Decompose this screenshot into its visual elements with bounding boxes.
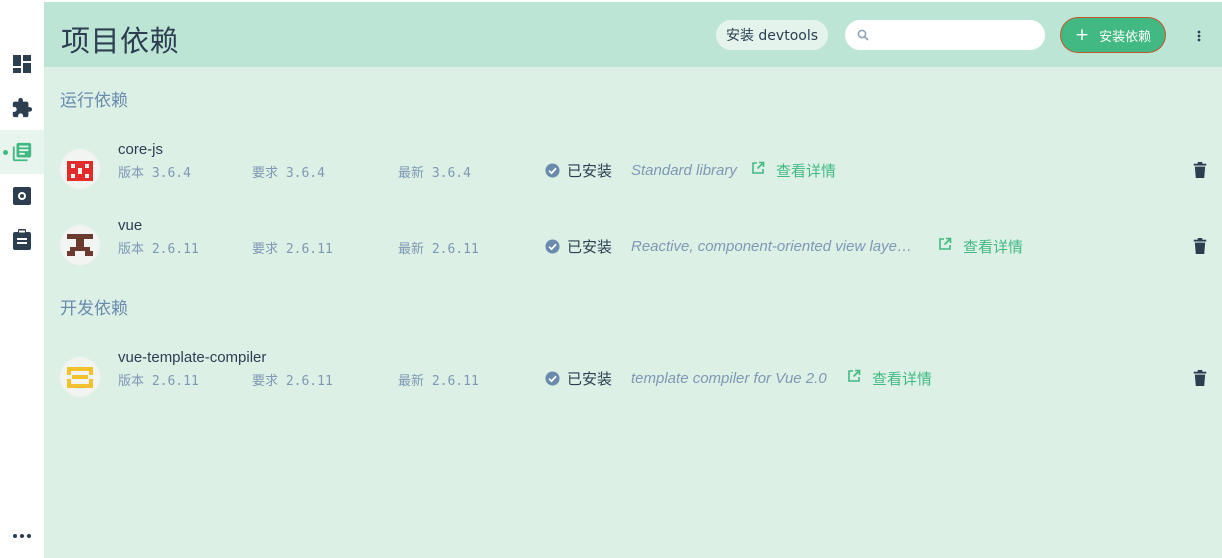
view-details-link[interactable]: 查看详情 xyxy=(963,236,1023,257)
install-devtools-button[interactable]: 安装 devtools xyxy=(716,20,828,50)
install-status: 已安装 xyxy=(545,236,612,257)
package-description: Reactive, component-oriented view laye… xyxy=(631,238,912,255)
search-box xyxy=(845,20,1045,50)
package-description: template compiler for Vue 2.0 xyxy=(631,370,827,387)
settings-icon xyxy=(13,187,31,205)
check-circle-icon xyxy=(545,371,560,386)
package-name: core-js xyxy=(118,141,164,158)
active-indicator xyxy=(3,150,8,155)
external-link-icon[interactable] xyxy=(847,369,861,383)
trash-icon[interactable] xyxy=(1193,238,1207,254)
external-link-icon[interactable] xyxy=(751,161,765,175)
latest-version: 最新 2.6.11 xyxy=(398,242,479,257)
wanted-version: 要求 2.6.11 xyxy=(252,374,333,389)
package-avatar xyxy=(60,149,100,189)
main-content: 项目依赖 安装 devtools + 安装依赖 运行依赖 core-js 版本 … xyxy=(44,2,1222,558)
install-status: 已安装 xyxy=(545,160,612,181)
puzzle-icon xyxy=(12,97,33,118)
status-label: 已安装 xyxy=(567,238,613,256)
trash-icon[interactable] xyxy=(1193,162,1207,178)
check-circle-icon xyxy=(545,239,560,254)
clipboard-icon xyxy=(13,229,31,250)
wanted-version: 要求 2.6.11 xyxy=(252,242,333,257)
dependency-row: vue 版本 2.6.11 要求 2.6.11 最新 2.6.11 已安装 Re… xyxy=(44,217,1222,277)
installed-version: 版本 2.6.11 xyxy=(118,242,199,257)
page-title: 项目依赖 xyxy=(61,24,180,58)
latest-version: 最新 3.6.4 xyxy=(398,166,471,181)
sidebar-item-dependencies[interactable] xyxy=(0,130,44,174)
more-horizontal-icon xyxy=(13,534,31,538)
dependency-row: core-js 版本 3.6.4 要求 3.6.4 最新 3.6.4 已安装 S… xyxy=(44,141,1222,201)
more-vertical-icon xyxy=(1197,30,1201,42)
dashboard-icon xyxy=(13,55,31,73)
sidebar-item-configuration[interactable] xyxy=(0,174,44,218)
view-details-link[interactable]: 查看详情 xyxy=(872,368,932,389)
install-dependency-label: 安装依赖 xyxy=(1099,29,1152,45)
package-avatar xyxy=(60,357,100,397)
sidebar-item-plugins[interactable] xyxy=(0,86,44,130)
view-details-link[interactable]: 查看详情 xyxy=(776,160,836,181)
installed-version: 版本 2.6.11 xyxy=(118,374,199,389)
library-icon xyxy=(12,142,32,162)
sidebar-more-button[interactable] xyxy=(0,514,44,558)
plus-icon: + xyxy=(1074,24,1090,45)
sidebar xyxy=(0,0,44,558)
package-name: vue-template-compiler xyxy=(118,349,267,366)
search-input[interactable] xyxy=(875,26,1039,44)
external-link-icon[interactable] xyxy=(938,237,952,251)
sidebar-item-tasks[interactable] xyxy=(0,218,44,262)
trash-icon[interactable] xyxy=(1193,370,1207,386)
latest-version: 最新 2.6.11 xyxy=(398,374,479,389)
check-circle-icon xyxy=(545,163,560,178)
more-options-button[interactable] xyxy=(1189,24,1209,48)
package-name: vue xyxy=(118,217,143,234)
status-label: 已安装 xyxy=(567,162,613,180)
package-avatar xyxy=(60,225,100,265)
package-description: Standard library xyxy=(631,162,737,179)
wanted-version: 要求 3.6.4 xyxy=(252,166,325,181)
install-dependency-button[interactable]: + 安装依赖 xyxy=(1061,18,1165,52)
installed-version: 版本 3.6.4 xyxy=(118,166,191,181)
status-label: 已安装 xyxy=(567,370,613,388)
section-title-dev: 开发依赖 xyxy=(60,299,128,319)
sidebar-item-dashboard[interactable] xyxy=(0,42,44,86)
search-icon xyxy=(857,29,869,41)
dependency-row: vue-template-compiler 版本 2.6.11 要求 2.6.1… xyxy=(44,349,1222,409)
header-bar: 项目依赖 安装 devtools + 安装依赖 xyxy=(44,2,1222,67)
install-status: 已安装 xyxy=(545,368,612,389)
section-title-runtime: 运行依赖 xyxy=(60,91,128,111)
